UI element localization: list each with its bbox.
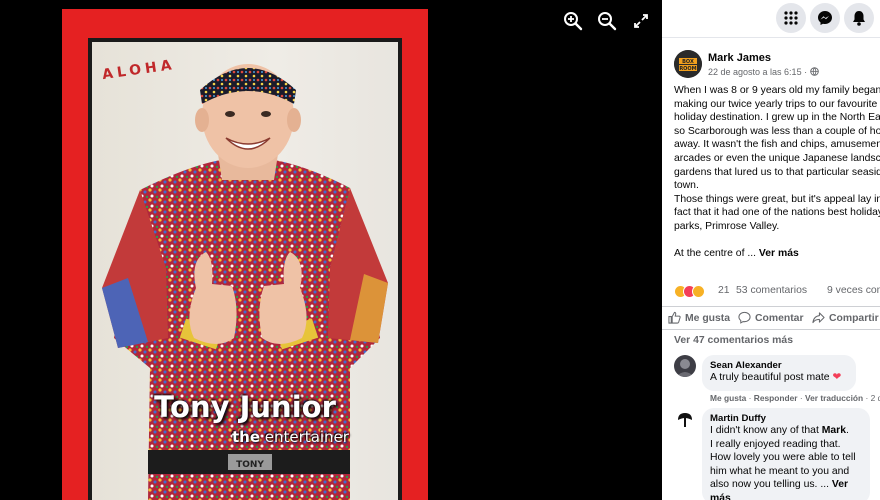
comment-see-more-overflow[interactable]: más — [710, 492, 861, 500]
like-button[interactable]: Me gusta — [668, 311, 730, 327]
svg-text:BOX: BOX — [682, 59, 694, 65]
comment-icon — [738, 311, 751, 324]
comment-text: A truly beautiful post mate ❤ — [710, 372, 842, 383]
globe-icon — [809, 67, 819, 76]
comment-like-link[interactable]: Me gusta — [710, 393, 746, 403]
comment-bubble: Sean Alexander A truly beautiful post ma… — [702, 355, 856, 391]
commenter-name[interactable]: Sean Alexander — [710, 360, 847, 371]
author-avatar[interactable]: BOX ROOM — [674, 50, 702, 78]
action-bar: Me gusta Comentar Compartir — [662, 306, 880, 330]
comment-translate-link[interactable]: Ver traducción — [805, 393, 863, 403]
post-line: town. — [674, 180, 699, 192]
messenger-icon[interactable] — [810, 3, 840, 33]
svg-text:ROOM: ROOM — [679, 66, 696, 72]
svg-text:TONY: TONY — [236, 460, 264, 470]
top-bar — [662, 0, 880, 38]
post-line: fact that it had one of the nations best… — [674, 207, 880, 219]
post-line-blank — [674, 234, 880, 248]
reaction-icons[interactable] — [674, 284, 714, 298]
post-text: When I was 8 or 9 years old my family be… — [674, 84, 880, 261]
post-header: BOX ROOM Mark James 22 de agosto a las 6:… — [674, 48, 880, 82]
post-line: so Scarborough was less than a couple of… — [674, 125, 880, 137]
reactions-summary: 21 53 comentarios 9 veces compartido — [674, 284, 880, 300]
post-panel: BOX ROOM Mark James 22 de agosto a las 6:… — [662, 0, 880, 500]
comment-reply-link[interactable]: Responder — [754, 393, 798, 403]
commenter-avatar[interactable] — [674, 408, 696, 430]
commenter-avatar[interactable] — [674, 355, 696, 377]
post-date[interactable]: 22 de agosto a las 6:15 · — [708, 67, 819, 77]
poster: TONY ALOHA Tony Junior the entertainer — [88, 38, 402, 500]
share-button[interactable]: Compartir — [812, 311, 879, 327]
comments-count[interactable]: 53 comentarios — [736, 285, 807, 296]
post-line: arcades or even the unique Japanese land… — [674, 152, 880, 164]
fullscreen-icon[interactable] — [630, 10, 652, 32]
comment-time[interactable]: 2 d — [871, 393, 880, 403]
reaction-count[interactable]: 21 — [718, 285, 730, 296]
comment-text-line: also now you telling us. ... Ver — [710, 479, 849, 491]
zoom-out-icon[interactable] — [596, 10, 618, 32]
commenter-name[interactable]: Martin Duffy — [710, 413, 861, 424]
share-icon — [812, 312, 825, 324]
sad-reaction-icon — [692, 285, 705, 298]
thumbs-up-icon — [668, 311, 681, 324]
view-more-comments[interactable]: Ver 47 comentarios más — [674, 335, 793, 346]
post-line-last: At the centre of ... Ver más — [674, 248, 799, 260]
poster-subtitle: the entertainer — [232, 428, 349, 446]
heart-emoji-icon: ❤ — [832, 372, 842, 383]
menu-grid-icon[interactable] — [776, 3, 806, 33]
comment-text-line: How lovely you were able to tell — [710, 452, 856, 464]
post-line: When I was 8 or 9 years old my family be… — [674, 85, 880, 96]
comment-text-line: I didn't know any of that Mark. — [710, 425, 849, 436]
see-more-link[interactable]: Ver más — [759, 248, 799, 259]
notifications-icon[interactable] — [844, 3, 874, 33]
shares-count[interactable]: 9 veces compartido — [827, 285, 880, 296]
post-line: parks, Primrose Valley. — [674, 220, 780, 232]
photo: TONY ALOHA Tony Junior the entertainer — [62, 9, 428, 500]
comment-actions: Me gusta · Responder · Ver traducción · … — [710, 393, 880, 403]
comment-text-line: him what he meant to you and — [710, 465, 850, 477]
author-name[interactable]: Mark James — [708, 52, 771, 64]
comment-text-line: I really enjoyed reading that. — [710, 438, 841, 450]
comment-see-more-link[interactable]: Ver — [832, 479, 848, 490]
post-line: holiday destination. I grew up in the No… — [674, 112, 880, 124]
post-line: making our twice yearly trips to our fav… — [674, 98, 878, 110]
post-line: away. It wasn't the fish and chips, amus… — [674, 139, 880, 151]
poster-title: Tony Junior — [154, 390, 336, 424]
comment-bubble: Martin Duffy I didn't know any of that M… — [702, 408, 870, 500]
post-line: Those things were great, but it's appeal… — [674, 193, 880, 205]
post-line: gardens that lured us to that particular… — [674, 166, 880, 178]
photo-viewer: TONY ALOHA Tony Junior the entertainer — [0, 0, 662, 500]
zoom-in-icon[interactable] — [562, 10, 584, 32]
comment-button[interactable]: Comentar — [738, 311, 804, 327]
